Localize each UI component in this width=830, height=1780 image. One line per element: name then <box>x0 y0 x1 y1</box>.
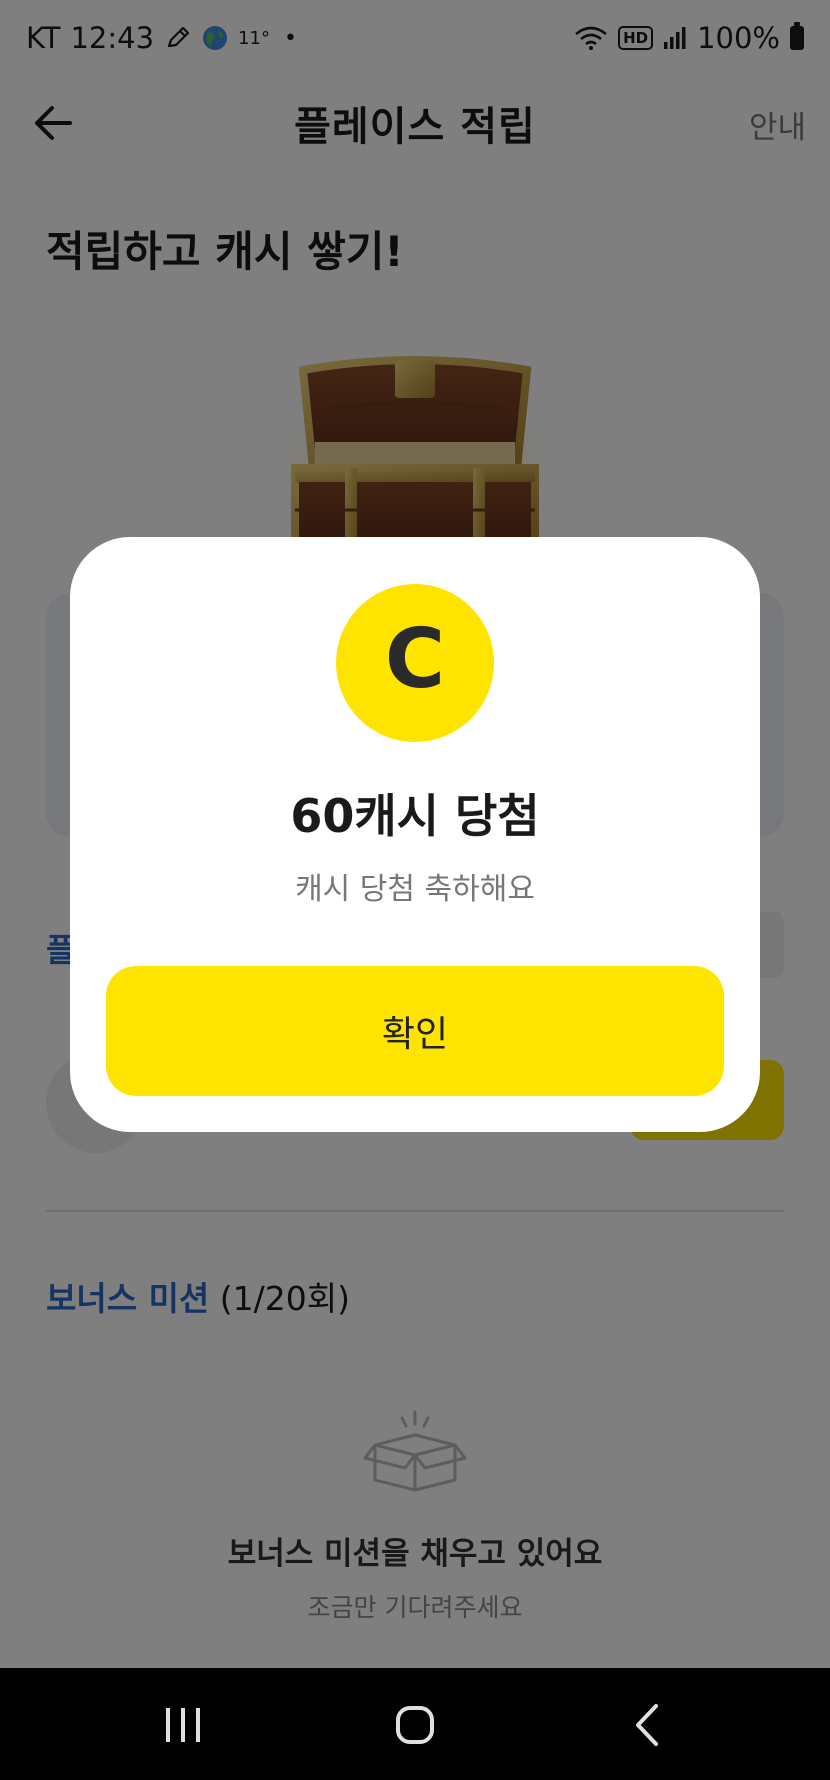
svg-text:C: C <box>385 623 445 703</box>
nav-back-icon[interactable] <box>614 1690 684 1760</box>
reward-subtitle: 캐시 당첨 축하해요 <box>295 872 535 907</box>
home-icon[interactable] <box>380 1690 450 1760</box>
reward-modal: C 60캐시 당첨 캐시 당첨 축하해요 확인 <box>70 537 760 1132</box>
recent-apps-icon[interactable] <box>148 1690 218 1760</box>
cash-letter-icon: C <box>385 623 445 703</box>
confirm-button[interactable]: 확인 <box>106 966 724 1096</box>
cash-coin-icon: C <box>336 584 494 742</box>
system-nav-bar <box>0 1668 830 1780</box>
reward-title: 60캐시 당첨 <box>290 789 540 843</box>
